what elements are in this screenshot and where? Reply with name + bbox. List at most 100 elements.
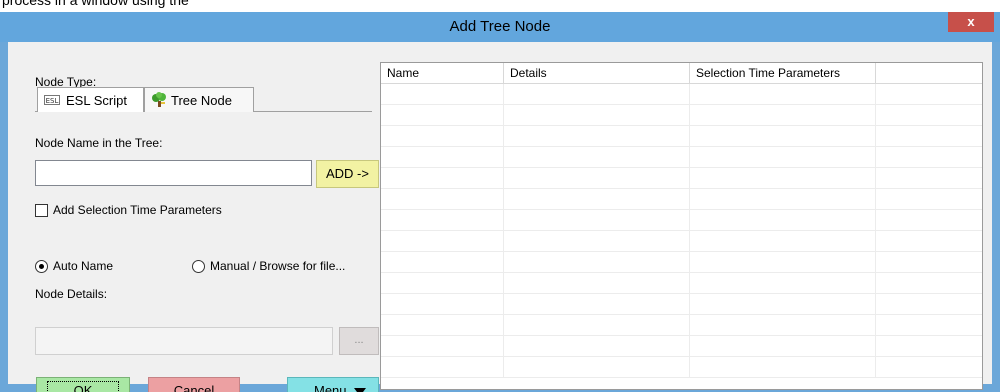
- table-cell: [690, 357, 876, 378]
- table-cell: [504, 147, 690, 168]
- table-row[interactable]: [381, 315, 982, 336]
- node-name-label: Node Name in the Tree:: [35, 136, 163, 150]
- table-cell: [876, 210, 982, 231]
- table-cell: [876, 147, 982, 168]
- table-row[interactable]: [381, 210, 982, 231]
- table-cell: [504, 336, 690, 357]
- table-cell: [381, 105, 504, 126]
- table-cell: [504, 105, 690, 126]
- table-row[interactable]: [381, 84, 982, 105]
- window-title: Add Tree Node: [449, 18, 551, 35]
- table-cell: [876, 294, 982, 315]
- table-cell: [690, 168, 876, 189]
- table-cell: [381, 315, 504, 336]
- table-row[interactable]: [381, 252, 982, 273]
- table-cell: [876, 126, 982, 147]
- auto-name-label[interactable]: Auto Name: [53, 259, 113, 273]
- table-cell: [381, 168, 504, 189]
- table-row[interactable]: [381, 231, 982, 252]
- column-header-name[interactable]: Name: [381, 63, 504, 84]
- title-bar[interactable]: Add Tree Node x: [0, 12, 1000, 42]
- table-cell: [876, 273, 982, 294]
- nodes-grid[interactable]: Name Details Selection Time Parameters: [380, 62, 983, 390]
- table-cell: [504, 168, 690, 189]
- table-cell: [381, 273, 504, 294]
- add-selection-params-label[interactable]: Add Selection Time Parameters: [53, 203, 222, 217]
- column-header-empty[interactable]: [876, 63, 982, 84]
- ok-button-label: OK: [46, 381, 120, 392]
- add-button[interactable]: ADD ->: [316, 160, 379, 188]
- esl-icon: ESL: [44, 95, 60, 105]
- table-cell: [690, 294, 876, 315]
- table-cell: [381, 231, 504, 252]
- node-name-input[interactable]: [35, 160, 312, 186]
- auto-name-radio[interactable]: [35, 260, 48, 273]
- tab-esl-script[interactable]: ESL ESL Script: [37, 87, 144, 112]
- close-button[interactable]: x: [948, 12, 994, 32]
- table-cell: [381, 126, 504, 147]
- table-cell: [504, 210, 690, 231]
- add-tree-node-dialog: Add Tree Node x Node Type: ESL ESL Scrip…: [0, 12, 1000, 392]
- table-row[interactable]: [381, 357, 982, 378]
- table-cell: [381, 189, 504, 210]
- table-row[interactable]: [381, 105, 982, 126]
- table-cell: [381, 147, 504, 168]
- manual-browse-label[interactable]: Manual / Browse for file...: [210, 259, 345, 273]
- table-cell: [876, 84, 982, 105]
- menu-button[interactable]: Menu: [287, 377, 379, 392]
- table-cell: [504, 315, 690, 336]
- table-cell: [381, 336, 504, 357]
- add-selection-params-checkbox[interactable]: [35, 204, 48, 217]
- table-cell: [690, 315, 876, 336]
- table-cell: [504, 84, 690, 105]
- grid-body: [381, 84, 982, 389]
- table-cell: [381, 252, 504, 273]
- table-cell: [504, 231, 690, 252]
- browse-button[interactable]: ...: [339, 327, 379, 355]
- column-header-details[interactable]: Details: [504, 63, 690, 84]
- table-cell: [876, 315, 982, 336]
- manual-browse-radio[interactable]: [192, 260, 205, 273]
- table-cell: [876, 357, 982, 378]
- node-details-label: Node Details:: [35, 287, 108, 301]
- table-cell: [690, 252, 876, 273]
- cancel-button[interactable]: Cancel: [148, 377, 240, 392]
- table-cell: [381, 84, 504, 105]
- table-cell: [690, 210, 876, 231]
- table-cell: [876, 105, 982, 126]
- table-row[interactable]: [381, 168, 982, 189]
- table-row[interactable]: [381, 294, 982, 315]
- node-details-input: [35, 327, 333, 355]
- column-header-selection-time-parameters[interactable]: Selection Time Parameters: [690, 63, 876, 84]
- table-cell: [876, 168, 982, 189]
- tab-tree-node-label: Tree Node: [171, 92, 232, 108]
- table-cell: [690, 231, 876, 252]
- table-cell: [876, 189, 982, 210]
- background-partial-text: process in a window using the: [2, 0, 189, 8]
- table-cell: [690, 147, 876, 168]
- node-type-tabs: ESL ESL Script Tree Node: [35, 87, 372, 112]
- table-cell: [690, 189, 876, 210]
- tab-esl-script-label: ESL Script: [66, 92, 127, 108]
- table-cell: [504, 357, 690, 378]
- table-cell: [504, 252, 690, 273]
- table-row[interactable]: [381, 147, 982, 168]
- tree-icon: [152, 92, 166, 107]
- table-cell: [504, 126, 690, 147]
- table-cell: [876, 336, 982, 357]
- table-row[interactable]: [381, 273, 982, 294]
- menu-button-label: Menu: [314, 383, 347, 392]
- grid-header: Name Details Selection Time Parameters: [381, 63, 982, 84]
- table-row[interactable]: [381, 189, 982, 210]
- table-cell: [381, 294, 504, 315]
- table-cell: [876, 252, 982, 273]
- table-cell: [381, 210, 504, 231]
- table-row[interactable]: [381, 336, 982, 357]
- table-cell: [690, 84, 876, 105]
- tab-tree-node[interactable]: Tree Node: [144, 87, 254, 112]
- table-cell: [690, 336, 876, 357]
- ok-button[interactable]: OK: [36, 377, 130, 392]
- table-cell: [876, 231, 982, 252]
- table-row[interactable]: [381, 126, 982, 147]
- table-cell: [504, 273, 690, 294]
